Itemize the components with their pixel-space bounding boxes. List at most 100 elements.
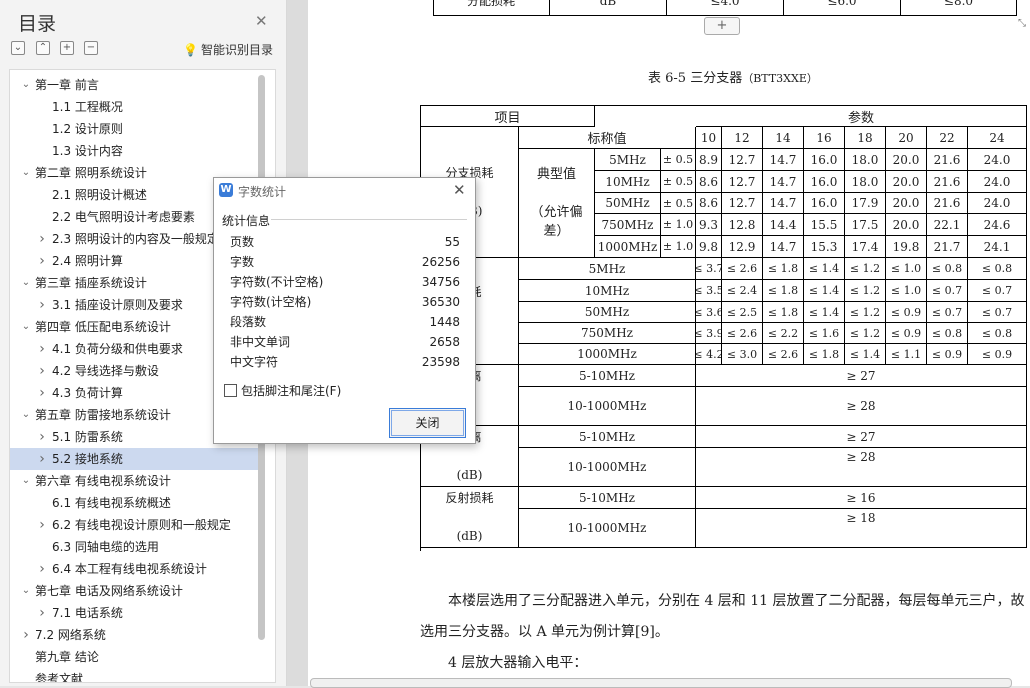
horizontal-scrollbar[interactable] <box>310 678 1012 688</box>
table-cell: 21.6 <box>927 171 968 193</box>
stat-label: 字数 <box>230 255 255 269</box>
toc-item-label: 6.1 有线电视系统概述 <box>52 496 171 510</box>
toc-item[interactable]: 1.3 设计内容 <box>10 140 260 162</box>
chevron-down-icon[interactable]: ⌄ <box>20 162 32 184</box>
chevron-right-icon[interactable]: › <box>36 250 48 272</box>
chevron-down-icon[interactable]: ⌄ <box>20 580 32 602</box>
add-heading-icon[interactable]: + <box>60 41 74 55</box>
table-cell: 14.7 <box>763 149 804 171</box>
splitter-spec-table: 项目 参数 标称值 分支损耗 (dB) 典型值 （允许偏差） 损耗 B) 隔离 … <box>420 105 1027 551</box>
table-cell: ≤ 4.2 <box>696 344 722 365</box>
chevron-right-icon[interactable]: › <box>36 558 48 580</box>
remove-heading-icon[interactable]: − <box>84 41 98 55</box>
toc-item[interactable]: › 7.2 网络系统 <box>10 624 260 646</box>
smart-toc-button[interactable]: 💡 智能识别目录 <box>183 41 273 58</box>
table-cell: ≤ 0.9 <box>927 344 968 365</box>
toc-item-label: 2.4 照明计算 <box>52 254 123 268</box>
toc-item-label: 7.2 网络系统 <box>35 628 106 642</box>
stat-value: 1448 <box>429 315 460 329</box>
table-cell: ≤ 0.9 <box>968 344 1027 365</box>
toc-item[interactable]: ⌄ 第一章 前言 <box>10 74 260 96</box>
toc-item-label: 参考文献 <box>35 672 84 683</box>
table-caption: 表 6-5 三分支器（BTT3XXE） <box>648 67 818 86</box>
table-cell: ≤ 1.2 <box>845 302 886 323</box>
expand-all-icon[interactable]: ⌃ <box>36 41 50 55</box>
chevron-down-icon[interactable]: ⌄ <box>20 404 32 426</box>
chevron-right-icon[interactable]: › <box>36 360 48 382</box>
table-cell: ≥ 28 <box>696 448 1027 487</box>
row-group-label: 反射损耗 (dB) <box>421 487 519 548</box>
table-cell: 12.8 <box>722 214 763 236</box>
include-footnotes-label[interactable]: 包括脚注和尾注(F) <box>241 382 341 399</box>
toc-item[interactable]: ⌄ 第六章 有线电视系统设计 <box>10 470 260 492</box>
chevron-right-icon[interactable]: › <box>36 514 48 536</box>
chevron-right-icon[interactable]: › <box>36 602 48 624</box>
toc-item[interactable]: 6.1 有线电视系统概述 <box>10 492 260 514</box>
toc-item-label: 2.3 照明设计的内容及一般规定 <box>52 232 219 246</box>
stat-value: 55 <box>444 235 460 249</box>
chevron-down-icon[interactable]: ⌄ <box>20 74 32 96</box>
table-cell: 24.0 <box>968 149 1027 171</box>
toc-title: 目录 <box>18 13 57 35</box>
table-cell: ≤ 3.0 <box>722 344 763 365</box>
toc-item[interactable]: › 5.2 接地系统 <box>10 448 260 470</box>
stat-row: 非中文单词 2658 <box>230 332 460 352</box>
table-cell: 10-1000MHz <box>519 387 696 426</box>
chevron-right-icon[interactable]: › <box>36 228 48 250</box>
table-cell: ≥ 27 <box>696 426 1027 448</box>
resize-handle-icon[interactable]: ⤡ <box>1018 18 1028 29</box>
table-cell: 15.5 <box>804 214 845 236</box>
chevron-right-icon[interactable]: › <box>36 294 48 316</box>
include-footnotes-checkbox[interactable] <box>224 384 237 397</box>
toc-item[interactable]: › 7.1 电话系统 <box>10 602 260 624</box>
toc-item[interactable]: › 6.2 有线电视设计原则和一般规定 <box>10 514 260 536</box>
toc-item-label: 4.1 负荷分级和供电要求 <box>52 342 183 356</box>
toc-item[interactable]: ⌄ 第七章 电话及网络系统设计 <box>10 580 260 602</box>
table-cell: 18.0 <box>845 171 886 193</box>
table-cell: 24.6 <box>968 214 1027 236</box>
stat-row: 段落数 1448 <box>230 312 460 332</box>
chevron-down-icon[interactable]: ⌄ <box>20 316 32 338</box>
table-cell: 10MHz <box>519 280 696 302</box>
toc-item[interactable]: › 6.4 本工程有线电视系统设计 <box>10 558 260 580</box>
label-line: （允许偏 <box>530 205 583 220</box>
stat-label: 字符数(不计空格) <box>230 275 324 289</box>
toc-item[interactable]: 第九章 结论 <box>10 646 260 668</box>
close-icon[interactable]: ✕ <box>255 12 268 30</box>
toc-item[interactable]: 参考文献 <box>10 668 260 683</box>
chevron-right-icon[interactable]: › <box>36 426 48 448</box>
table-cell: ≤ 1.4 <box>804 302 845 323</box>
chevron-right-icon[interactable]: › <box>36 448 48 470</box>
table-cell: ± 1.0 <box>661 214 696 236</box>
dialog-title: 字数统计 <box>238 185 287 199</box>
table-cell: ≤ 2.6 <box>722 323 763 344</box>
paragraph: 本楼层选用了三分配器进入单元，分别在 4 层和 11 层放置了二分配器，每层每单… <box>420 593 1025 640</box>
table-cell: ± 0.5 <box>661 193 696 214</box>
table-cell: ≤ 2.6 <box>763 344 804 365</box>
toc-item-label: 1.3 设计内容 <box>52 144 123 158</box>
table-cell: ≤ 0.7 <box>968 302 1027 323</box>
add-row-button[interactable]: + <box>704 17 740 35</box>
toc-item[interactable]: 6.3 同轴电缆的选用 <box>10 536 260 558</box>
table-cell: 8.6 <box>696 171 722 193</box>
close-icon[interactable]: ✕ <box>453 181 466 199</box>
chevron-down-icon[interactable]: ⌄ <box>20 470 32 492</box>
chevron-down-icon[interactable]: ⌄ <box>20 272 32 294</box>
table-cell: 8.6 <box>696 193 722 214</box>
table-cell: ≤ 1.8 <box>763 280 804 302</box>
table-cell: 17.9 <box>845 193 886 214</box>
toc-item[interactable]: 1.1 工程概况 <box>10 96 260 118</box>
collapse-all-icon[interactable]: ⌄ <box>11 41 25 55</box>
toc-item[interactable]: 1.2 设计原则 <box>10 118 260 140</box>
table-cell: ≤ 0.8 <box>968 323 1027 344</box>
toc-item-label: 4.2 导线选择与敷设 <box>52 364 159 378</box>
chevron-right-icon[interactable]: › <box>36 382 48 404</box>
toc-item-label: 第九章 结论 <box>35 650 99 664</box>
chevron-right-icon[interactable]: › <box>36 338 48 360</box>
chevron-right-icon[interactable]: › <box>20 624 32 646</box>
toc-item-label: 7.1 电话系统 <box>52 606 123 620</box>
table-cell: ≤ 2.5 <box>722 302 763 323</box>
table-cell: ≥ 28 <box>696 387 1027 426</box>
close-button[interactable]: 关闭 <box>389 408 466 438</box>
table-cell: ≤ 3.9 <box>696 323 722 344</box>
